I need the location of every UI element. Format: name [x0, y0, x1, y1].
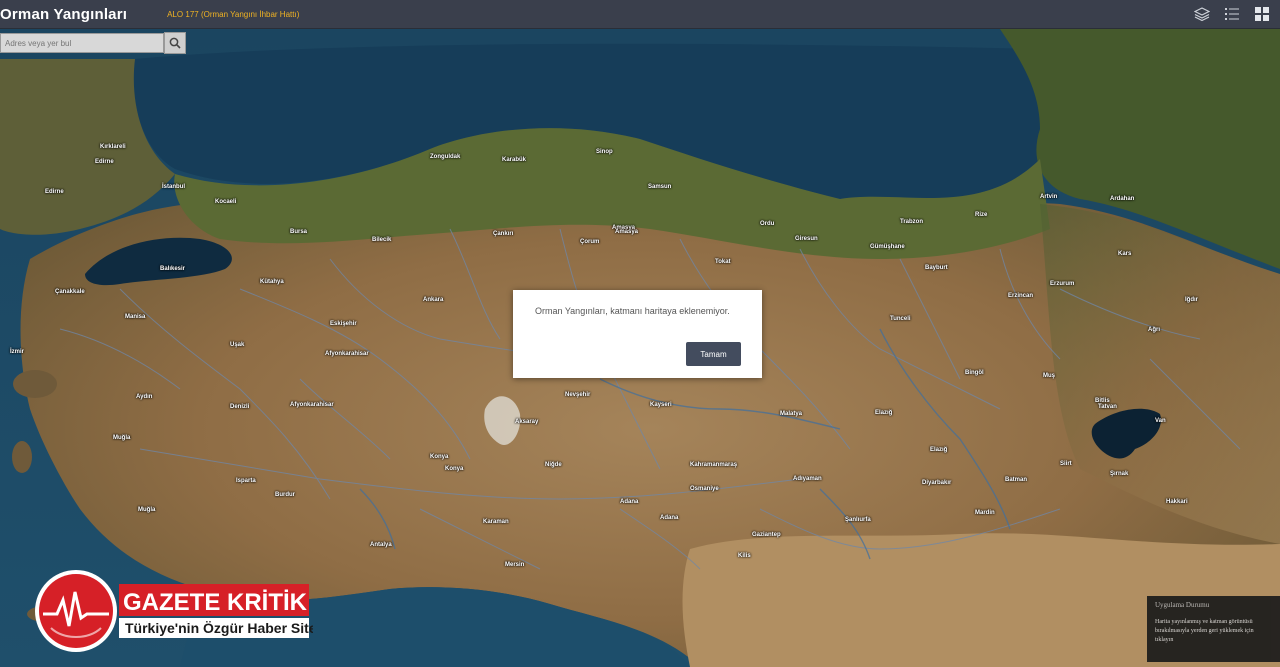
map-label: Bursa [290, 229, 308, 235]
map-label: Amasya [615, 229, 639, 235]
status-line: bırakılmasıyla yerden geri yüklemek için [1155, 628, 1254, 634]
map-label: Çorum [580, 239, 600, 245]
map-label: Antalya [370, 542, 392, 548]
map-label: Ankara [423, 297, 444, 303]
map-label: Erzurum [1050, 281, 1075, 287]
search-button[interactable] [164, 32, 186, 54]
map-label: Malatya [780, 411, 803, 417]
map-label: Erzincan [1008, 293, 1034, 299]
map-label: İzmir [10, 349, 25, 355]
map-label: Bingöl [965, 370, 984, 376]
map-label: Şanlıurfa [845, 517, 871, 523]
map-label: Gaziantep [752, 532, 781, 538]
map-label: Balıkesir [160, 266, 186, 272]
map-label: Osmaniye [690, 486, 719, 492]
status-text: Harita yayınlanmış ve katman görüntüsü b… [1155, 618, 1280, 645]
map-label: Adana [660, 515, 679, 521]
map-label: Zonguldak [430, 154, 461, 160]
map-label: Siirt [1060, 461, 1072, 467]
search-icon [169, 37, 181, 49]
map-label: Karabük [502, 157, 527, 163]
gazete-kritik-logo: GAZETE KRİTİK Türkiye'nin Özgür Haber Si… [35, 570, 313, 652]
map-label: Isparta [236, 478, 256, 484]
map-label: Adıyaman [793, 476, 822, 482]
map-label: Denizli [230, 404, 250, 410]
layers-icon[interactable] [1192, 4, 1212, 24]
map-label: Konya [430, 454, 449, 460]
map-label: Ağrı [1148, 327, 1160, 333]
map-label: Kocaeli [215, 199, 237, 205]
map-label: Konya [445, 466, 464, 472]
svg-text:Türkiye'nin Özgür Haber Sitesi: Türkiye'nin Özgür Haber Sitesi [125, 620, 313, 636]
map-label: Tatvan [1098, 404, 1117, 410]
header-tools [1192, 4, 1272, 24]
map-label: Bilecik [372, 237, 392, 243]
search-input[interactable] [0, 33, 164, 53]
map-label: Kahramanmaraş [690, 462, 738, 468]
map-label: Kilis [738, 553, 751, 559]
svg-text:GAZETE KRİTİK: GAZETE KRİTİK [123, 589, 308, 616]
map-label: Aksaray [515, 419, 539, 425]
map-label: Mardin [975, 510, 995, 516]
app-header: Orman Yangınları ALO 177 (Orman Yangını … [0, 0, 1280, 29]
map-label: Elazığ [875, 410, 893, 416]
map-label: Bayburt [925, 265, 948, 271]
map-label: Adana [620, 499, 639, 505]
map-label: Mersin [505, 562, 525, 568]
status-line[interactable]: tıklayın [1155, 636, 1280, 645]
legend-list-icon[interactable] [1222, 4, 1242, 24]
map-label: Nevşehir [565, 392, 591, 398]
app-status-panel: Uygulama Durumu Harita yayınlanmış ve ka… [1147, 596, 1280, 662]
map-label: Tokat [715, 259, 731, 265]
map-label: Trabzon [900, 219, 924, 225]
hotline-text[interactable]: ALO 177 (Orman Yangını İhbar Hattı) [167, 10, 299, 19]
map-label: İstanbul [162, 184, 186, 190]
map-label: Iğdır [1185, 297, 1198, 303]
map-label: Kars [1118, 251, 1132, 257]
map-label: Karaman [483, 519, 509, 525]
status-line: Harita yayınlanmış ve katman görüntüsü [1155, 619, 1253, 625]
map-label: Elazığ [930, 447, 948, 453]
ok-button[interactable]: Tamam [686, 342, 741, 366]
map-label: Muş [1043, 373, 1055, 379]
map-label: Tunceli [890, 316, 911, 322]
map-label: Sinop [596, 149, 613, 155]
map-label: Giresun [795, 236, 818, 242]
map-label: Uşak [230, 342, 245, 348]
map-label: Muğla [138, 507, 156, 513]
map-label: Batman [1005, 477, 1028, 483]
map-label: Gümüşhane [870, 244, 905, 250]
map-label: Eskişehir [330, 321, 357, 327]
map-label: Ordu [760, 221, 775, 227]
map-label: Afyonkarahisar [290, 402, 334, 408]
map-label: Kayseri [650, 402, 672, 408]
map-label: Rize [975, 212, 988, 218]
map-label: Çanakkale [55, 289, 85, 295]
map-label: Muğla [113, 435, 131, 441]
map-label: Afyonkarahisar [325, 351, 369, 357]
map-label: Hakkari [1166, 499, 1188, 505]
map-label: Kütahya [260, 279, 284, 285]
search-widget [0, 32, 186, 54]
map-label: Samsun [648, 184, 672, 190]
map-label: Edirne [45, 189, 64, 195]
map-label: Ardahan [1110, 196, 1135, 202]
map-label: Kırklareli [100, 144, 126, 150]
island [12, 441, 32, 473]
island [13, 370, 57, 398]
map-label: Edirne [95, 159, 114, 165]
map-label: Artvin [1040, 194, 1058, 200]
map-label: Çankırı [493, 231, 514, 237]
map-label: Şırnak [1110, 471, 1129, 477]
map-label: Manisa [125, 314, 146, 320]
status-title: Uygulama Durumu [1155, 601, 1210, 609]
dialog-message: Orman Yangınları, katmanı haritaya eklen… [535, 306, 730, 316]
map-label: Aydın [136, 394, 153, 400]
map-label: Van [1155, 418, 1166, 424]
app-title: Orman Yangınları [0, 5, 128, 23]
map-label: Burdur [275, 492, 295, 498]
basemap-gallery-icon[interactable] [1252, 4, 1272, 24]
map-label: Diyarbakır [922, 480, 952, 486]
map-label: Niğde [545, 462, 562, 468]
